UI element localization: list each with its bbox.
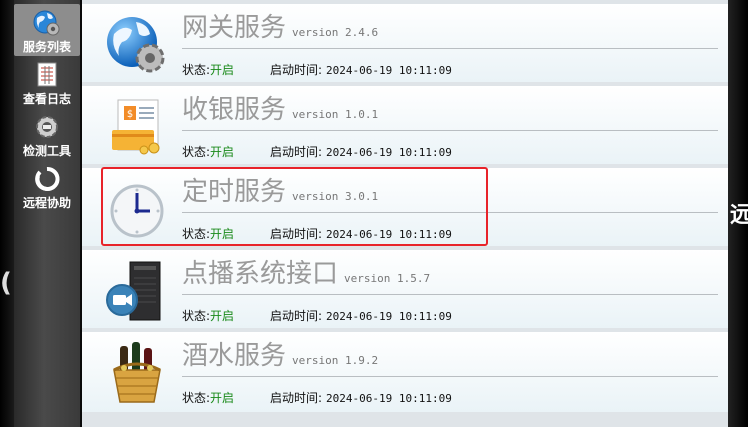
status-value: 开启 [210, 391, 235, 405]
sidebar-item-label: 查看日志 [22, 92, 71, 106]
start-timestamp: 2024-06-19 10:11:09 [326, 228, 452, 241]
sidebar-item-label: 远程协助 [22, 196, 71, 210]
status-value: 开启 [210, 309, 235, 323]
sidebar-item-service-list[interactable]: 服务列表 [14, 4, 80, 56]
service-version: version 1.5.7 [344, 272, 431, 285]
service-status: 状态:开启 [182, 63, 235, 77]
service-start-time: 启动时间: 2024-06-19 10:11:09 [270, 309, 452, 323]
status-value: 开启 [210, 63, 235, 77]
start-timestamp: 2024-06-19 10:11:09 [326, 392, 452, 405]
service-start-time: 启动时间: 2024-06-19 10:11:09 [270, 391, 452, 405]
service-status: 状态:开启 [182, 309, 235, 323]
tools-gear-icon [36, 116, 58, 138]
sidebar-item-label: 检测工具 [22, 144, 71, 158]
globe-gear-icon [107, 17, 165, 73]
service-version: version 3.0.1 [292, 190, 379, 203]
service-card-cashier[interactable]: $ 收银服务 version 1.0.1 状态:开启 启动时间: 2024-06-1… [82, 86, 728, 164]
status-value: 开启 [210, 227, 235, 241]
service-start-time: 启动时间: 2024-06-19 10:11:09 [270, 63, 452, 77]
wine-basket-icon [113, 342, 161, 403]
service-card-beverage[interactable]: 酒水服务 version 1.9.2 状态:开启 启动时间: 2024-06-19 … [82, 332, 728, 412]
right-window-edge: 远 [728, 0, 748, 427]
service-name: 酒水服务 version 1.9.2 [182, 341, 379, 371]
log-sheet-icon [37, 62, 57, 87]
status-value: 开启 [210, 145, 235, 159]
service-card-timer[interactable]: 定时服务 version 3.0.1 状态:开启 启动时间: 2024-06-19 … [82, 168, 728, 246]
sidebar-item-view-logs[interactable]: 查看日志 [14, 56, 80, 108]
start-timestamp: 2024-06-19 10:11:09 [326, 64, 452, 77]
service-name: 点播系统接口 version 1.5.7 [182, 259, 431, 289]
service-start-time: 启动时间: 2024-06-19 10:11:09 [270, 227, 452, 241]
clock-icon [110, 184, 164, 238]
refresh-icon [35, 167, 60, 191]
sidebar-item-remote-assist[interactable]: 远程协助 [14, 160, 80, 212]
server-camera-icon [106, 261, 161, 321]
divider [182, 48, 718, 49]
service-status: 状态:开启 [182, 145, 235, 159]
service-start-time: 启动时间: 2024-06-19 10:11:09 [270, 145, 452, 159]
divider [182, 212, 718, 213]
service-name: 定时服务 version 3.0.1 [182, 177, 379, 207]
service-name: 网关服务 version 2.4.6 [182, 13, 379, 43]
sidebar-item-diagnostic-tools[interactable]: 检测工具 [14, 108, 80, 160]
right-edge-glyph: 远 [730, 203, 748, 228]
divider [182, 294, 718, 295]
svg-text:$: $ [127, 109, 133, 120]
service-card-vod-interface[interactable]: 点播系统接口 version 1.5.7 状态:开启 启动时间: 2024-06-1… [82, 250, 728, 328]
left-window-edge: ( [0, 0, 14, 427]
service-list-panel: 网关服务 version 2.4.6 状态:开启 启动时间: 2024-06-19 … [82, 0, 728, 427]
pay-card-icon: $ [112, 99, 160, 155]
sidebar-item-label: 服务列表 [22, 40, 71, 54]
divider [182, 376, 718, 377]
service-card-gateway[interactable]: 网关服务 version 2.4.6 状态:开启 启动时间: 2024-06-19 … [82, 4, 728, 82]
service-version: version 2.4.6 [292, 26, 379, 39]
service-name: 收银服务 version 1.0.1 [182, 95, 379, 125]
left-edge-glyph: ( [0, 268, 12, 298]
start-timestamp: 2024-06-19 10:11:09 [326, 310, 452, 323]
divider [182, 130, 718, 131]
service-version: version 1.0.1 [292, 108, 379, 121]
globe-gear-icon [33, 10, 60, 36]
service-status: 状态:开启 [182, 227, 235, 241]
start-timestamp: 2024-06-19 10:11:09 [326, 146, 452, 159]
service-status: 状态:开启 [182, 391, 235, 405]
sidebar: 服务列表 查看日志 检测工具 远程协助 [14, 0, 80, 427]
service-version: version 1.9.2 [292, 354, 379, 367]
